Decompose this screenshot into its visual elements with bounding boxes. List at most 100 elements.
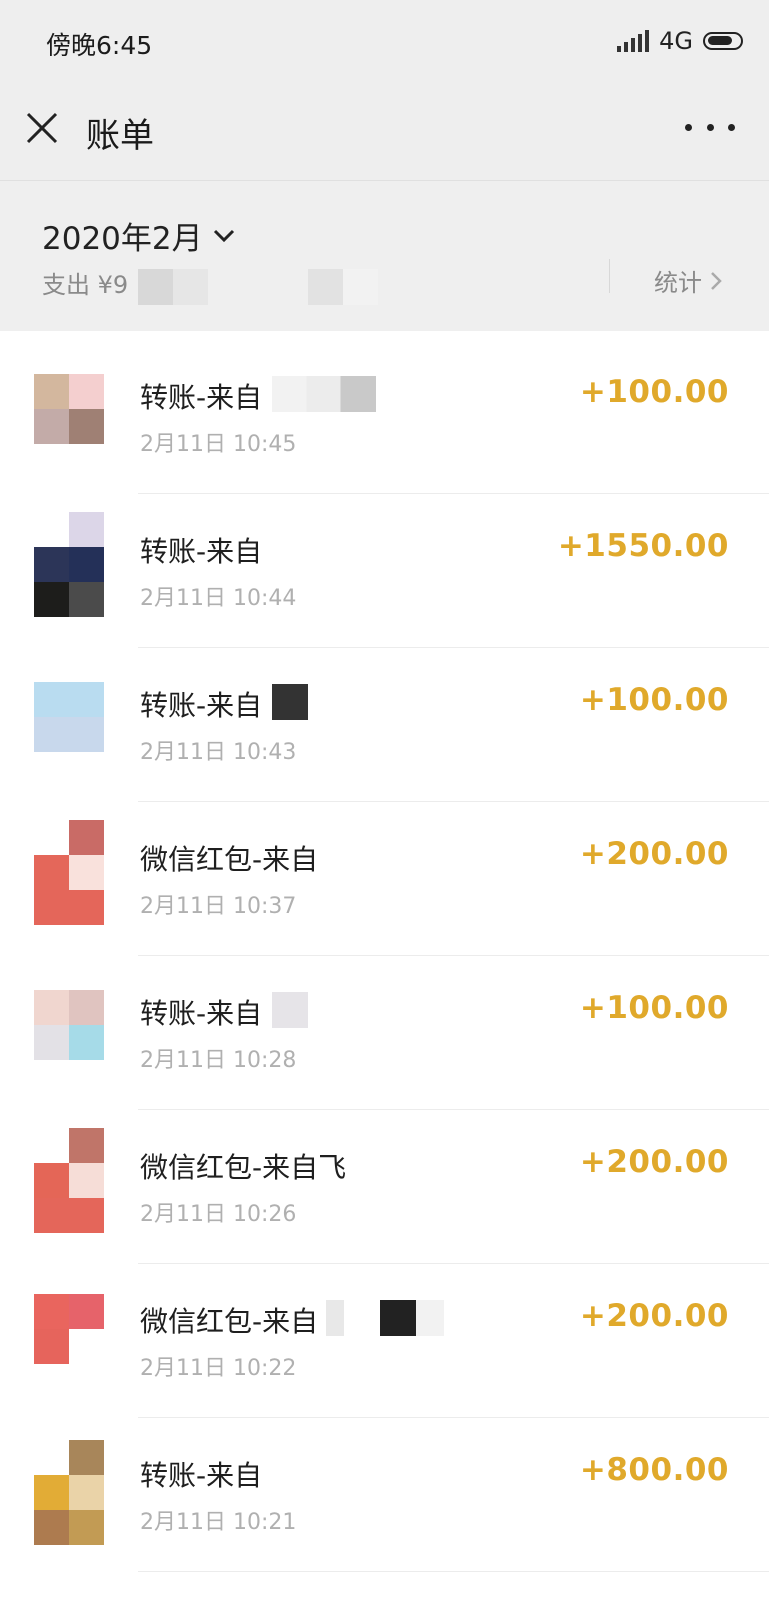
- avatar-tile: [34, 990, 69, 1025]
- status-indicators: 4G: [617, 26, 743, 56]
- transaction-row[interactable]: 转账-来自 2月11日 10:44 +1550.00: [0, 494, 769, 648]
- avatar-tile: [69, 374, 104, 409]
- avatar-tile: [69, 1440, 104, 1475]
- avatar-tile: [34, 855, 69, 890]
- transaction-title: 转账-来自: [140, 997, 263, 1030]
- stats-label: 统计: [654, 269, 702, 297]
- avatar-tile: [34, 582, 69, 617]
- avatar-tile: [69, 409, 104, 444]
- avatar-tile: [34, 682, 69, 717]
- redacted-mosaic: [380, 1300, 416, 1336]
- avatar-tile: [69, 547, 104, 582]
- avatar: [34, 1440, 104, 1545]
- transaction-title: 转账-来自: [140, 535, 263, 568]
- transaction-row[interactable]: 转账-来自 2月11日 10:21 +800.00: [0, 1418, 769, 1572]
- avatar-tile: [34, 1294, 69, 1329]
- month-label: 2020年2月: [42, 221, 203, 257]
- expense-summary: 支出 ¥9: [42, 271, 129, 299]
- transaction-time: 2月11日 10:26: [140, 1202, 297, 1227]
- transaction-time: 2月11日 10:28: [140, 1048, 297, 1073]
- avatar-tile: [34, 409, 69, 444]
- transaction-row[interactable]: 转账-来自 2月11日 10:45 +100.00: [0, 340, 769, 494]
- avatar-tile: [69, 1510, 104, 1545]
- transaction-amount: +100.00: [579, 682, 729, 718]
- avatar-tile: [34, 1128, 69, 1163]
- avatar-tile: [34, 1025, 69, 1060]
- transaction-time: 2月11日 10:21: [140, 1510, 297, 1535]
- redacted-mosaic: [138, 269, 208, 305]
- page-title: 账单: [86, 116, 154, 156]
- avatar: [34, 990, 104, 1060]
- transaction-title: 微信红包-来自: [140, 1305, 319, 1338]
- redacted-mosaic: [272, 992, 308, 1028]
- transaction-row[interactable]: 微信红包-来自飞 2月11日 10:26 +200.00: [0, 1110, 769, 1264]
- redacted-mosaic: [272, 684, 308, 720]
- avatar-tile: [69, 1163, 104, 1198]
- avatar-tile: [69, 890, 104, 925]
- more-dot-icon: [685, 123, 692, 131]
- redacted-mosaic: [326, 1300, 344, 1336]
- more-options-button[interactable]: [685, 112, 735, 142]
- redacted-mosaic: [272, 376, 376, 412]
- avatar-tile: [34, 1329, 69, 1364]
- avatar: [34, 374, 104, 444]
- signal-icon: [617, 30, 650, 52]
- transaction-amount: +800.00: [579, 1452, 729, 1488]
- transaction-title: 微信红包-来自: [140, 843, 319, 876]
- redacted-mosaic: [308, 269, 378, 305]
- transaction-amount: +100.00: [579, 374, 729, 410]
- avatar-tile: [69, 582, 104, 617]
- chevron-right-icon: [711, 271, 722, 290]
- avatar: [34, 682, 104, 752]
- status-time: 傍晚6:45: [46, 31, 153, 60]
- avatar-tile: [69, 1294, 104, 1329]
- avatar-tile: [69, 855, 104, 890]
- avatar-tile: [34, 890, 69, 925]
- month-header: 2020年2月 支出 ¥9 统计: [0, 181, 769, 331]
- avatar-tile: [34, 1510, 69, 1545]
- title-bar: 账单: [0, 84, 769, 181]
- transaction-amount: +200.00: [579, 836, 729, 872]
- transaction-title: 微信红包-来自飞: [140, 1151, 347, 1184]
- transaction-time: 2月11日 10:44: [140, 586, 297, 611]
- transaction-title: 转账-来自: [140, 689, 263, 722]
- battery-icon: [703, 32, 743, 50]
- transaction-row[interactable]: 转账-来自 2月11日 10:28 +100.00: [0, 956, 769, 1110]
- month-picker[interactable]: 2020年2月: [42, 213, 235, 258]
- avatar-tile: [69, 512, 104, 547]
- network-type: 4G: [659, 27, 693, 55]
- avatar-tile: [69, 1198, 104, 1233]
- avatar-tile: [34, 1475, 69, 1510]
- avatar-tile: [69, 1475, 104, 1510]
- avatar-tile: [34, 374, 69, 409]
- transaction-row[interactable]: 微信红包-来自 2月11日 10:37 +200.00: [0, 802, 769, 956]
- transaction-row[interactable]: 微信红包-来自 2月11日 10:22 +200.00: [0, 1264, 769, 1418]
- transaction-list: 转账-来自 2月11日 10:45 +100.00 转账-来自 2月11日 10…: [0, 340, 769, 1572]
- avatar-tile: [69, 717, 104, 752]
- transaction-time: 2月11日 10:22: [140, 1356, 297, 1381]
- close-button[interactable]: [24, 110, 60, 146]
- chevron-down-icon: [213, 229, 234, 242]
- avatar: [34, 1128, 104, 1233]
- divider: [609, 259, 610, 293]
- redacted-mosaic: [416, 1300, 444, 1336]
- avatar-tile: [69, 820, 104, 855]
- stats-link[interactable]: 统计: [654, 263, 722, 298]
- transaction-row[interactable]: 转账-来自 2月11日 10:43 +100.00: [0, 648, 769, 802]
- transaction-time: 2月11日 10:43: [140, 740, 297, 765]
- more-dot-icon: [728, 123, 735, 131]
- avatar-tile: [34, 1198, 69, 1233]
- transaction-title: 转账-来自: [140, 381, 263, 414]
- avatar-tile: [34, 547, 69, 582]
- avatar-tile: [34, 820, 69, 855]
- avatar: [34, 1294, 104, 1364]
- close-icon: [26, 112, 58, 144]
- status-bar: 傍晚6:45 4G: [0, 0, 769, 84]
- avatar-tile: [69, 1329, 104, 1364]
- transaction-time: 2月11日 10:37: [140, 894, 297, 919]
- avatar: [34, 820, 104, 925]
- avatar-tile: [69, 1025, 104, 1060]
- avatar-tile: [34, 512, 69, 547]
- avatar-tile: [34, 1440, 69, 1475]
- avatar-tile: [34, 717, 69, 752]
